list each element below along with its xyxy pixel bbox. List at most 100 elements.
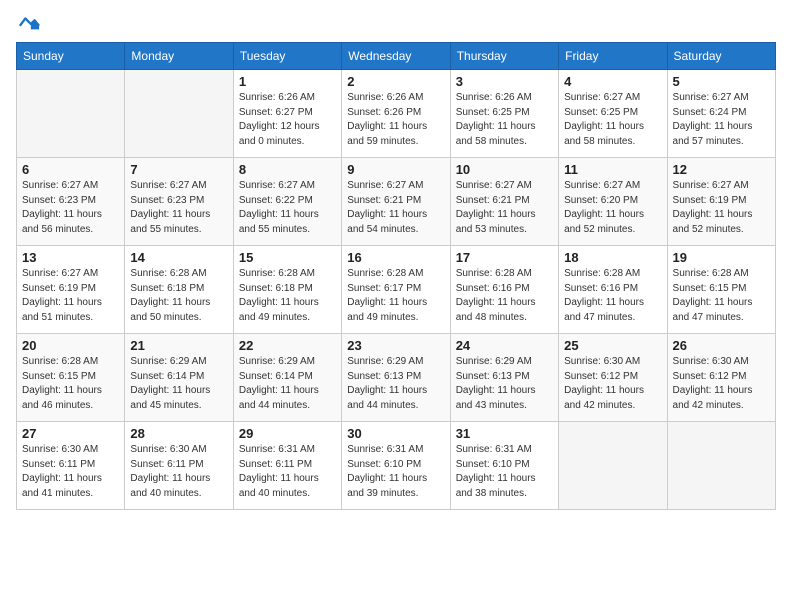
day-number: 10 (456, 162, 553, 177)
calendar-day-cell: 8 Sunrise: 6:27 AMSunset: 6:22 PMDaylight… (233, 158, 341, 246)
day-info: Sunrise: 6:30 AMSunset: 6:11 PMDaylight:… (22, 443, 119, 501)
calendar-day-cell: 11 Sunrise: 6:27 AMSunset: 6:20 PMDayligh… (559, 158, 667, 246)
day-info: Sunrise: 6:31 AMSunset: 6:10 PMDaylight:… (456, 443, 553, 501)
day-number: 22 (239, 338, 336, 353)
calendar-day-header: Thursday (450, 43, 558, 70)
day-info: Sunrise: 6:27 AMSunset: 6:19 PMDaylight:… (673, 179, 770, 237)
calendar-day-cell: 21 Sunrise: 6:29 AMSunset: 6:14 PMDayligh… (125, 334, 233, 422)
calendar-week-row: 6 Sunrise: 6:27 AMSunset: 6:23 PMDaylight… (17, 158, 776, 246)
calendar-day-cell: 18Sunrise: 6:28 AMSunset: 6:16 PMDayligh… (559, 246, 667, 334)
day-number: 28 (130, 426, 227, 441)
calendar-day-cell: 24Sunrise: 6:29 AMSunset: 6:13 PMDayligh… (450, 334, 558, 422)
calendar-day-cell: 2 Sunrise: 6:26 AMSunset: 6:26 PMDaylight… (342, 70, 450, 158)
calendar-day-cell: 26Sunrise: 6:30 AMSunset: 6:12 PMDayligh… (667, 334, 775, 422)
day-info: Sunrise: 6:28 AMSunset: 6:18 PMDaylight:… (239, 267, 336, 325)
calendar-day-header: Wednesday (342, 43, 450, 70)
calendar-day-cell: 9 Sunrise: 6:27 AMSunset: 6:21 PMDaylight… (342, 158, 450, 246)
calendar-day-cell: 3Sunrise: 6:26 AMSunset: 6:25 PMDaylight… (450, 70, 558, 158)
day-number: 11 (564, 162, 661, 177)
calendar-day-cell (17, 70, 125, 158)
day-info: Sunrise: 6:30 AMSunset: 6:12 PMDaylight:… (564, 355, 661, 413)
calendar-day-cell: 5 Sunrise: 6:27 AMSunset: 6:24 PMDaylight… (667, 70, 775, 158)
day-number: 20 (22, 338, 119, 353)
calendar-day-cell: 27 Sunrise: 6:30 AMSunset: 6:11 PMDayligh… (17, 422, 125, 510)
day-info: Sunrise: 6:27 AMSunset: 6:19 PMDaylight:… (22, 267, 119, 325)
calendar-header-row: SundayMondayTuesdayWednesdayThursdayFrid… (17, 43, 776, 70)
calendar-day-cell: 15 Sunrise: 6:28 AMSunset: 6:18 PMDayligh… (233, 246, 341, 334)
day-number: 13 (22, 250, 119, 265)
day-number: 3 (456, 74, 553, 89)
day-number: 7 (130, 162, 227, 177)
day-info: Sunrise: 6:29 AMSunset: 6:13 PMDaylight:… (347, 355, 444, 413)
day-number: 30 (347, 426, 444, 441)
day-info: Sunrise: 6:31 AMSunset: 6:10 PMDaylight:… (347, 443, 444, 501)
day-info: Sunrise: 6:28 AMSunset: 6:18 PMDaylight:… (130, 267, 227, 325)
page-header (16, 16, 776, 30)
calendar-table: SundayMondayTuesdayWednesdayThursdayFrid… (16, 42, 776, 510)
day-number: 21 (130, 338, 227, 353)
day-info: Sunrise: 6:28 AMSunset: 6:15 PMDaylight:… (22, 355, 119, 413)
day-number: 15 (239, 250, 336, 265)
day-number: 14 (130, 250, 227, 265)
calendar-day-cell: 6 Sunrise: 6:27 AMSunset: 6:23 PMDaylight… (17, 158, 125, 246)
day-number: 9 (347, 162, 444, 177)
day-number: 6 (22, 162, 119, 177)
calendar-day-cell: 19 Sunrise: 6:28 AMSunset: 6:15 PMDayligh… (667, 246, 775, 334)
calendar-day-cell: 22 Sunrise: 6:29 AMSunset: 6:14 PMDayligh… (233, 334, 341, 422)
calendar-day-cell: 12 Sunrise: 6:27 AMSunset: 6:19 PMDayligh… (667, 158, 775, 246)
day-info: Sunrise: 6:27 AMSunset: 6:24 PMDaylight:… (673, 91, 770, 149)
calendar-day-cell: 23Sunrise: 6:29 AMSunset: 6:13 PMDayligh… (342, 334, 450, 422)
day-number: 1 (239, 74, 336, 89)
calendar-day-cell: 14 Sunrise: 6:28 AMSunset: 6:18 PMDayligh… (125, 246, 233, 334)
calendar-day-cell: 1 Sunrise: 6:26 AMSunset: 6:27 PMDaylight… (233, 70, 341, 158)
calendar-day-header: Monday (125, 43, 233, 70)
calendar-day-cell (125, 70, 233, 158)
calendar-day-header: Tuesday (233, 43, 341, 70)
day-info: Sunrise: 6:27 AMSunset: 6:23 PMDaylight:… (22, 179, 119, 237)
day-number: 12 (673, 162, 770, 177)
day-info: Sunrise: 6:31 AMSunset: 6:11 PMDaylight:… (239, 443, 336, 501)
day-info: Sunrise: 6:27 AMSunset: 6:21 PMDaylight:… (456, 179, 553, 237)
day-info: Sunrise: 6:27 AMSunset: 6:25 PMDaylight:… (564, 91, 661, 149)
calendar-day-cell: 28Sunrise: 6:30 AMSunset: 6:11 PMDayligh… (125, 422, 233, 510)
day-info: Sunrise: 6:27 AMSunset: 6:21 PMDaylight:… (347, 179, 444, 237)
day-info: Sunrise: 6:28 AMSunset: 6:16 PMDaylight:… (456, 267, 553, 325)
day-number: 5 (673, 74, 770, 89)
calendar-day-cell: 7 Sunrise: 6:27 AMSunset: 6:23 PMDaylight… (125, 158, 233, 246)
calendar-day-header: Saturday (667, 43, 775, 70)
day-info: Sunrise: 6:27 AMSunset: 6:20 PMDaylight:… (564, 179, 661, 237)
calendar-week-row: 13 Sunrise: 6:27 AMSunset: 6:19 PMDayligh… (17, 246, 776, 334)
calendar-day-cell: 30 Sunrise: 6:31 AMSunset: 6:10 PMDayligh… (342, 422, 450, 510)
day-info: Sunrise: 6:27 AMSunset: 6:23 PMDaylight:… (130, 179, 227, 237)
day-info: Sunrise: 6:28 AMSunset: 6:15 PMDaylight:… (673, 267, 770, 325)
day-number: 2 (347, 74, 444, 89)
calendar-day-cell: 17 Sunrise: 6:28 AMSunset: 6:16 PMDayligh… (450, 246, 558, 334)
day-number: 19 (673, 250, 770, 265)
day-number: 8 (239, 162, 336, 177)
calendar-day-cell (559, 422, 667, 510)
day-number: 16 (347, 250, 444, 265)
day-number: 17 (456, 250, 553, 265)
day-info: Sunrise: 6:29 AMSunset: 6:14 PMDaylight:… (239, 355, 336, 413)
calendar-week-row: 20 Sunrise: 6:28 AMSunset: 6:15 PMDayligh… (17, 334, 776, 422)
day-info: Sunrise: 6:26 AMSunset: 6:26 PMDaylight:… (347, 91, 444, 149)
calendar-day-header: Friday (559, 43, 667, 70)
day-info: Sunrise: 6:28 AMSunset: 6:16 PMDaylight:… (564, 267, 661, 325)
logo (16, 16, 40, 30)
calendar-day-cell: 25 Sunrise: 6:30 AMSunset: 6:12 PMDayligh… (559, 334, 667, 422)
day-number: 26 (673, 338, 770, 353)
day-number: 27 (22, 426, 119, 441)
calendar-week-row: 1 Sunrise: 6:26 AMSunset: 6:27 PMDaylight… (17, 70, 776, 158)
day-info: Sunrise: 6:26 AMSunset: 6:27 PMDaylight:… (239, 91, 336, 149)
calendar-day-cell: 20 Sunrise: 6:28 AMSunset: 6:15 PMDayligh… (17, 334, 125, 422)
day-info: Sunrise: 6:29 AMSunset: 6:13 PMDaylight:… (456, 355, 553, 413)
calendar-day-cell: 10 Sunrise: 6:27 AMSunset: 6:21 PMDayligh… (450, 158, 558, 246)
day-info: Sunrise: 6:27 AMSunset: 6:22 PMDaylight:… (239, 179, 336, 237)
calendar-day-cell: 16Sunrise: 6:28 AMSunset: 6:17 PMDayligh… (342, 246, 450, 334)
calendar-day-cell: 4 Sunrise: 6:27 AMSunset: 6:25 PMDaylight… (559, 70, 667, 158)
calendar-day-cell: 29Sunrise: 6:31 AMSunset: 6:11 PMDayligh… (233, 422, 341, 510)
day-number: 31 (456, 426, 553, 441)
day-number: 4 (564, 74, 661, 89)
day-info: Sunrise: 6:29 AMSunset: 6:14 PMDaylight:… (130, 355, 227, 413)
day-number: 25 (564, 338, 661, 353)
